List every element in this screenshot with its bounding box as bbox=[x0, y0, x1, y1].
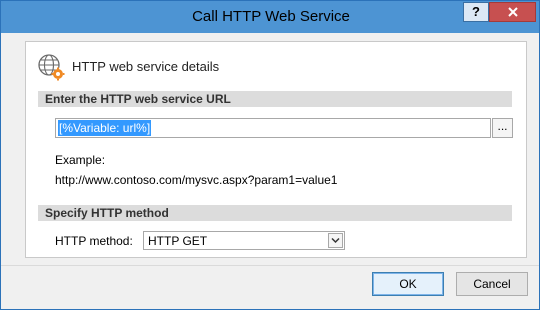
http-method-label: HTTP method: bbox=[55, 234, 133, 248]
panel-title: HTTP web service details bbox=[72, 59, 220, 74]
http-method-value: HTTP GET bbox=[148, 234, 208, 248]
footer-divider bbox=[1, 265, 539, 266]
help-button[interactable]: ? bbox=[463, 2, 489, 22]
close-icon bbox=[507, 7, 518, 17]
url-input[interactable]: [%Variable: url%] bbox=[55, 118, 491, 138]
http-method-select[interactable]: HTTP GET bbox=[143, 231, 345, 250]
url-section-header: Enter the HTTP web service URL bbox=[38, 91, 512, 107]
dropdown-button[interactable] bbox=[328, 233, 343, 248]
ok-button[interactable]: OK bbox=[372, 272, 444, 296]
example-url: http://www.contoso.com/mysvc.aspx?param1… bbox=[55, 173, 338, 187]
url-value: [%Variable: url%] bbox=[58, 120, 152, 136]
chevron-down-icon bbox=[331, 237, 340, 244]
close-button[interactable] bbox=[489, 2, 536, 22]
cancel-button[interactable]: Cancel bbox=[456, 272, 528, 296]
example-label: Example: bbox=[55, 153, 106, 167]
globe-gear-icon bbox=[38, 54, 65, 81]
dialog-window: Call HTTP Web Service ? HTTP web service… bbox=[0, 0, 540, 310]
window-title: Call HTTP Web Service bbox=[192, 8, 350, 25]
method-section-header: Specify HTTP method bbox=[38, 205, 512, 221]
browse-button[interactable]: ... bbox=[492, 118, 513, 138]
details-panel: HTTP web service details Enter the HTTP … bbox=[25, 41, 527, 258]
